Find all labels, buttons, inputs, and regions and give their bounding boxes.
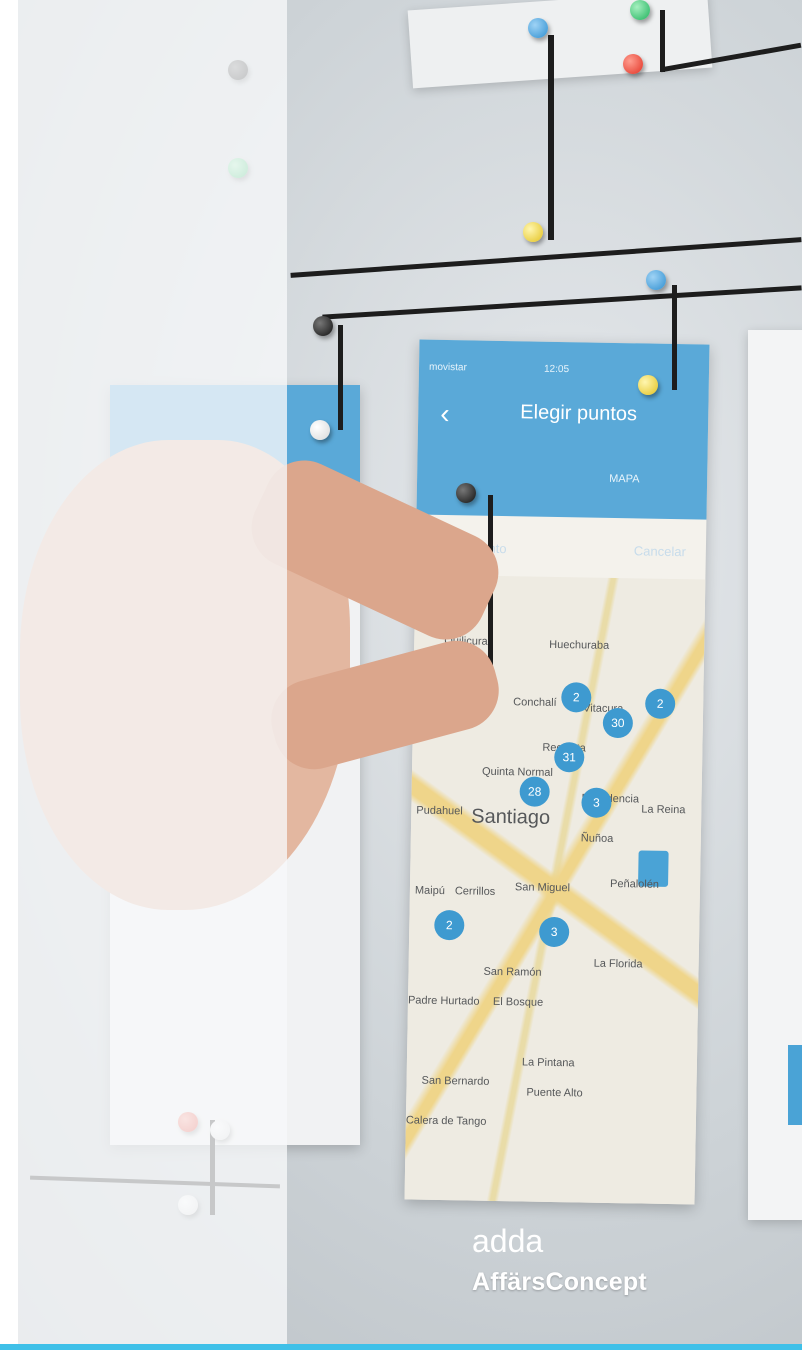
brand-name: AffärsConcept [472, 1268, 647, 1296]
map-cluster: 3 [538, 916, 570, 948]
yarn-string [322, 285, 802, 320]
map-label: La Reina [641, 803, 686, 817]
map-cluster: 28 [519, 776, 550, 807]
map-cluster: 31 [554, 741, 585, 773]
cancel-label: Cancelar [633, 543, 687, 560]
blue-tab-shape [788, 1045, 802, 1125]
blue-pushpin [646, 270, 666, 290]
map-label: La Pintana [521, 1056, 575, 1070]
adda-logo-icon: adda [472, 1226, 543, 1258]
map-label: San Miguel [514, 881, 571, 895]
white-overlay-panel [18, 0, 287, 1344]
green-pushpin [630, 0, 650, 20]
map-label: Huechuraba [549, 638, 610, 652]
map-cluster: 2 [644, 688, 676, 720]
left-white-edge [0, 0, 18, 1350]
blue-pushpin [528, 18, 548, 38]
status-time: 12:05 [543, 363, 570, 376]
map-label: La Florida [593, 957, 643, 971]
black-pushpin [313, 316, 333, 336]
map-label: Ñuñoa [580, 832, 614, 845]
map-label: El Bosque [492, 995, 544, 1009]
map-label: Puente Alto [526, 1086, 583, 1100]
map-tab: MAPA [609, 472, 640, 486]
map-cluster: 30 [602, 707, 634, 739]
map-label: San Ramón [483, 965, 542, 979]
accent-bottom-rule [0, 1344, 802, 1350]
pinned-paper-top [407, 0, 713, 89]
map-label: Calera de Tango [405, 1114, 487, 1128]
yarn-string [548, 35, 554, 240]
yarn-string [672, 285, 677, 390]
yellow-pushpin [523, 222, 543, 242]
yellow-pushpin [638, 375, 658, 395]
logo-text: adda [472, 1226, 543, 1258]
map-label: Peñalolén [609, 877, 660, 891]
yarn-string [660, 10, 665, 72]
map-label: Conchalí [513, 696, 557, 709]
yarn-string [290, 237, 802, 278]
red-pushpin [623, 54, 643, 74]
map-cluster: 3 [581, 787, 612, 818]
pinned-paper-right [748, 330, 802, 1220]
app-title: Elegir puntos [520, 401, 638, 426]
map-label: San Bernardo [421, 1074, 490, 1088]
status-carrier: movistar [428, 361, 467, 374]
map-label: Padre Hurtado [407, 994, 480, 1008]
